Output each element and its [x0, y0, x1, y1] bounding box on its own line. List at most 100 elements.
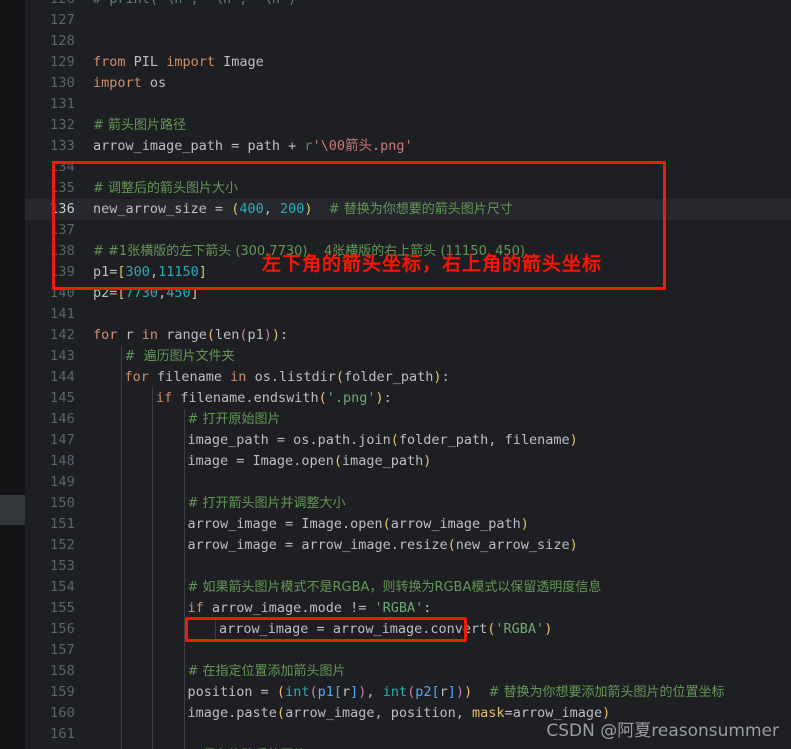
code-token: Image — [252, 453, 294, 469]
code-line[interactable]: 140 p2=[7730,450] — [25, 283, 791, 304]
code-token: 450 — [166, 285, 191, 301]
code-token: position — [390, 705, 456, 721]
code-token: image — [187, 705, 229, 721]
code-token: ( — [206, 327, 215, 343]
code-token: # 如果箭头图片模式不是RGBA，则转换为RGBA模式以保留透明度信息 — [187, 580, 602, 595]
code-token: ) — [375, 390, 384, 406]
code-line[interactable]: 143 # 遍历图片文件夹 — [25, 346, 791, 367]
left-strip-marker[interactable] — [0, 495, 25, 525]
code-line[interactable]: 128 — [25, 31, 791, 52]
code-line[interactable]: 147 image_path = os.path.join(folder_path… — [25, 430, 791, 451]
line-code: for r in range(len(p1)): — [93, 325, 288, 346]
code-token: for — [93, 327, 118, 343]
code-token: p2 — [415, 684, 432, 700]
code-lines[interactable]: 127 128 129 from PIL import Image 130 import … — [25, 10, 791, 749]
line-code: for filename in os.listdir(folder_path): — [125, 367, 450, 388]
code-token: os — [246, 369, 271, 385]
code-line[interactable]: 144 for filename in os.listdir(folder_pat… — [25, 367, 791, 388]
code-token: import — [166, 54, 215, 70]
code-token: arrow_image — [203, 600, 302, 616]
line-number: 129 — [50, 54, 75, 70]
line-number: 135 — [50, 180, 75, 196]
code-line[interactable]: 127 — [25, 10, 791, 31]
line-number: 156 — [50, 621, 75, 637]
code-line[interactable]: 155 if arrow_image.mode != 'RGBA': — [25, 598, 791, 619]
line-number: 159 — [50, 684, 75, 700]
code-line[interactable]: 141 — [25, 304, 791, 325]
code-line[interactable]: 156 arrow_image = arrow_image.convert('RG… — [25, 619, 791, 640]
code-line[interactable]: 142 for r in range(len(p1)): — [25, 325, 791, 346]
code-token: if — [156, 390, 173, 406]
code-token: ) — [520, 516, 529, 532]
line-number: 144 — [50, 369, 75, 385]
code-token: ( — [407, 684, 416, 700]
code-token: join — [358, 432, 391, 448]
line-code: p2=[7730,450] — [93, 283, 199, 304]
code-token: int — [285, 684, 310, 700]
line-code: arrow_image_path = path + r'\00箭头.png' — [93, 136, 413, 157]
code-line[interactable]: 126 # print("\n", "\n", "\n") — [25, 0, 791, 10]
line-number: 154 — [50, 579, 75, 595]
code-token: = — [285, 516, 302, 532]
line-code: image = Image.open(image_path) — [188, 451, 432, 472]
code-line[interactable]: 130 import os — [25, 73, 791, 94]
code-token: . — [245, 390, 254, 406]
line-code: # 在指定位置添加箭头图片 — [188, 661, 346, 682]
code-line[interactable]: 151 arrow_image = Image.open(arrow_image_… — [25, 514, 791, 535]
code-token: image_path — [187, 432, 277, 448]
code-line[interactable]: 152 arrow_image = arrow_image.resize(new_… — [25, 535, 791, 556]
code-token: ( — [333, 453, 342, 469]
code-line[interactable]: 137 — [25, 220, 791, 241]
code-token: r — [342, 684, 351, 700]
code-token: new_arrow_size — [93, 201, 215, 217]
code-line[interactable]: 154 # 如果箭头图片模式不是RGBA，则转换为RGBA模式以保留透明度信息 — [25, 577, 791, 598]
code-line[interactable]: 133 arrow_image_path = path + r'\00箭头.png… — [25, 136, 791, 157]
code-line[interactable]: 136 new_arrow_size = (400, 200) # 替换为你想要的… — [25, 199, 791, 220]
code-line[interactable]: 146 # 打开原始图片 — [25, 409, 791, 430]
code-line[interactable]: 148 image = Image.open(image_path) — [25, 451, 791, 472]
code-token: os — [293, 432, 310, 448]
code-line[interactable]: 150 # 打开箭头图片并调整大小 — [25, 493, 791, 514]
line-number: 140 — [50, 285, 75, 301]
code-token: : — [441, 369, 450, 385]
code-token: arrow_image — [301, 537, 391, 553]
code-line[interactable]: 135 # 调整后的箭头图片大小 — [25, 178, 791, 199]
code-token: range — [166, 327, 207, 343]
code-token: image_path — [341, 453, 424, 469]
line-number: 146 — [50, 411, 75, 427]
code-token: != — [350, 600, 375, 616]
code-line[interactable]: 134 — [25, 157, 791, 178]
code-token: p1 — [317, 684, 334, 700]
code-token: = — [260, 684, 277, 700]
line-number: 133 — [50, 138, 75, 154]
code-line[interactable]: 159 position = (int(p1[r]), int(p2[r])) #… — [25, 682, 791, 703]
code-line[interactable]: 162 # 保存修改后的图片 — [25, 745, 791, 749]
code-line[interactable]: 131 — [25, 94, 791, 115]
code-token: from — [93, 54, 126, 70]
code-token: , — [149, 264, 159, 280]
code-token: ] — [190, 285, 199, 301]
code-line[interactable]: 145 if filename.endswith('.png'): — [25, 388, 791, 409]
code-token: + — [288, 138, 305, 154]
line-code: image_path = os.path.join(folder_path, f… — [188, 430, 578, 451]
code-line[interactable]: 149 — [25, 472, 791, 493]
line-code: from PIL import Image — [93, 52, 264, 73]
code-token: [ — [117, 264, 126, 280]
code-line[interactable]: 129 from PIL import Image — [25, 52, 791, 73]
code-token: : — [423, 600, 432, 616]
line-number: 158 — [50, 663, 75, 679]
code-line[interactable]: 157 — [25, 640, 791, 661]
code-token: 400 — [239, 201, 264, 217]
code-token: arrow_image — [285, 705, 375, 721]
code-line[interactable]: 153 — [25, 556, 791, 577]
code-token: ( — [309, 684, 318, 700]
code-editor-surface[interactable]: 126 # print("\n", "\n", "\n") 127 128 129 f… — [25, 0, 791, 749]
code-line[interactable]: 132 # 箭头图片路径 — [25, 115, 791, 136]
line-number: 132 — [50, 117, 75, 133]
code-line[interactable]: 158 # 在指定位置添加箭头图片 — [25, 661, 791, 682]
line-number: 142 — [50, 327, 75, 343]
line-number: 128 — [50, 33, 75, 49]
code-token: ( — [239, 327, 248, 343]
code-token: open — [301, 453, 334, 469]
